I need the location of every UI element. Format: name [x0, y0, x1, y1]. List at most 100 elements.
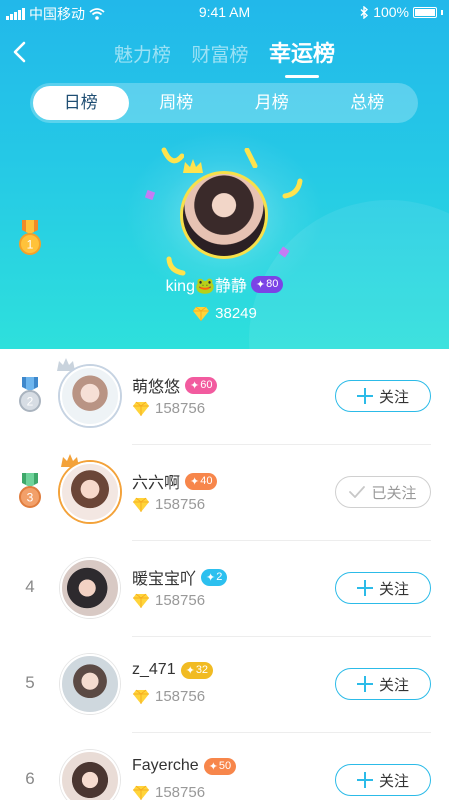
user-score: 158756	[132, 400, 205, 417]
confetti-icon	[244, 148, 258, 168]
rank-number: 5	[25, 673, 35, 692]
user-name[interactable]: 萌悠悠	[132, 373, 180, 397]
ranking-list: 2 萌悠悠 ✦ 60 158756 关注 3 六六啊 ✦ 40 158756 已…	[0, 349, 449, 800]
battery-icon	[413, 6, 437, 18]
user-name-row: 萌悠悠 ✦ 60	[132, 373, 218, 397]
user-score: 158756	[132, 592, 205, 609]
diamond-icon	[133, 497, 149, 512]
top-navigation: 魅力榜 财富榜 幸运榜	[0, 32, 449, 78]
user-name[interactable]: 暖宝宝吖	[132, 565, 196, 589]
sparkle-icon: ✦	[208, 760, 218, 773]
level-value: 40	[200, 475, 213, 487]
followed-button[interactable]: 已关注	[335, 476, 431, 508]
level-badge: ✦ 80	[250, 275, 284, 293]
follow-label: 关注	[378, 676, 409, 694]
tab-wealth[interactable]: 财富榜	[191, 40, 248, 67]
level-value: 60	[200, 379, 213, 391]
period-tabs: 日榜 周榜 月榜 总榜	[30, 83, 418, 123]
top-user-score: 38249	[0, 305, 449, 322]
user-score: 158756	[132, 688, 205, 705]
level-value: 32	[195, 664, 209, 676]
diamond-icon	[133, 401, 149, 416]
avatar[interactable]	[60, 366, 120, 426]
list-item[interactable]: 6 Fayerche ✦ 50 158756 关注	[0, 733, 449, 800]
sparkle-icon: ✦	[190, 379, 200, 392]
user-name[interactable]: 六六啊	[132, 469, 180, 493]
top-user-name-row: king🐸静静 ✦ 80	[0, 272, 449, 296]
avatar[interactable]	[180, 171, 268, 259]
rank-number: 2	[27, 395, 34, 409]
sparkle-icon: ✦	[190, 475, 200, 488]
level-value: 2	[216, 571, 223, 583]
score-value: 158756	[155, 784, 206, 800]
tab-total[interactable]: 总榜	[320, 86, 416, 120]
follow-label: 关注	[378, 580, 409, 598]
status-bar: 中国移动 9:41 AM 100%	[0, 0, 449, 26]
bronze-medal-icon: 3	[19, 473, 41, 508]
crown-icon	[183, 159, 203, 173]
avatar[interactable]	[60, 558, 120, 618]
plus-icon	[356, 676, 373, 692]
diamond-icon	[133, 785, 149, 800]
ranking-header: 中国移动 9:41 AM 100% 魅力榜 财富榜 幸运榜 日榜 周榜 月榜 总…	[0, 0, 449, 349]
level-badge: ✦ 40	[185, 472, 218, 490]
rank-number: 3	[27, 491, 34, 505]
level-badge: ✦ 50	[203, 757, 237, 775]
list-item[interactable]: 5 z_471 ✦ 32 158756 关注	[0, 637, 449, 733]
user-name-row: Fayerche ✦ 50	[132, 757, 237, 775]
plus-icon	[356, 388, 373, 404]
avatar[interactable]	[60, 750, 120, 800]
follow-label: 关注	[378, 772, 409, 790]
user-score: 158756	[132, 496, 205, 513]
sparkle-icon: ✦	[206, 571, 216, 584]
follow-label: 已关注	[371, 484, 417, 502]
follow-button[interactable]: 关注	[335, 572, 431, 604]
diamond-icon	[193, 306, 210, 321]
list-item[interactable]: 2 萌悠悠 ✦ 60 158756 关注	[0, 349, 449, 445]
ranking-tabs: 魅力榜 财富榜 幸运榜	[0, 36, 449, 78]
gold-medal-icon: 1	[19, 220, 41, 255]
top-user-avatar-wrap	[180, 159, 268, 259]
plus-icon	[356, 772, 373, 788]
sparkle-icon: ✦	[255, 278, 266, 291]
tab-monthly[interactable]: 月榜	[224, 86, 320, 120]
tab-lucky[interactable]: 幸运榜	[269, 36, 335, 78]
diamond-icon	[133, 689, 149, 704]
sparkle-icon: ✦	[185, 664, 195, 677]
confetti-icon	[282, 178, 303, 199]
user-name[interactable]: z_471	[132, 661, 176, 679]
score-value: 158756	[155, 400, 206, 417]
avatar[interactable]	[60, 462, 120, 522]
level-value: 50	[218, 760, 232, 772]
confetti-icon	[144, 189, 156, 201]
list-item[interactable]: 4 暖宝宝吖 ✦ 2 158756 关注	[0, 541, 449, 637]
follow-button[interactable]: 关注	[335, 380, 431, 412]
confetti-icon	[161, 147, 184, 164]
score-value: 158756	[155, 688, 206, 705]
follow-button[interactable]: 关注	[335, 668, 431, 700]
top-user-name[interactable]: king🐸静静	[166, 272, 247, 296]
level-badge: ✦ 60	[185, 376, 218, 394]
silver-medal-icon: 2	[19, 377, 41, 412]
follow-label: 关注	[378, 388, 409, 406]
score-value: 158756	[155, 592, 206, 609]
user-name-row: z_471 ✦ 32	[132, 661, 214, 679]
user-name[interactable]: Fayerche	[132, 757, 199, 775]
battery-percent: 100%	[373, 4, 409, 20]
level-badge: ✦ 32	[180, 661, 214, 679]
diamond-icon	[133, 593, 149, 608]
tab-charm[interactable]: 魅力榜	[114, 40, 171, 67]
level-value: 80	[266, 278, 279, 290]
score-value: 38249	[215, 305, 257, 322]
level-badge: ✦ 2	[201, 568, 228, 586]
user-name-row: 六六啊 ✦ 40	[132, 469, 218, 493]
tab-weekly[interactable]: 周榜	[129, 86, 225, 120]
rank-number: 6	[25, 769, 35, 788]
tab-daily[interactable]: 日榜	[33, 86, 129, 120]
follow-button[interactable]: 关注	[335, 764, 431, 796]
user-name-row: 暖宝宝吖 ✦ 2	[132, 565, 228, 589]
bluetooth-icon	[360, 5, 369, 19]
list-item[interactable]: 3 六六啊 ✦ 40 158756 已关注	[0, 445, 449, 541]
avatar[interactable]	[60, 654, 120, 714]
top-rank-number: 1	[27, 238, 34, 252]
